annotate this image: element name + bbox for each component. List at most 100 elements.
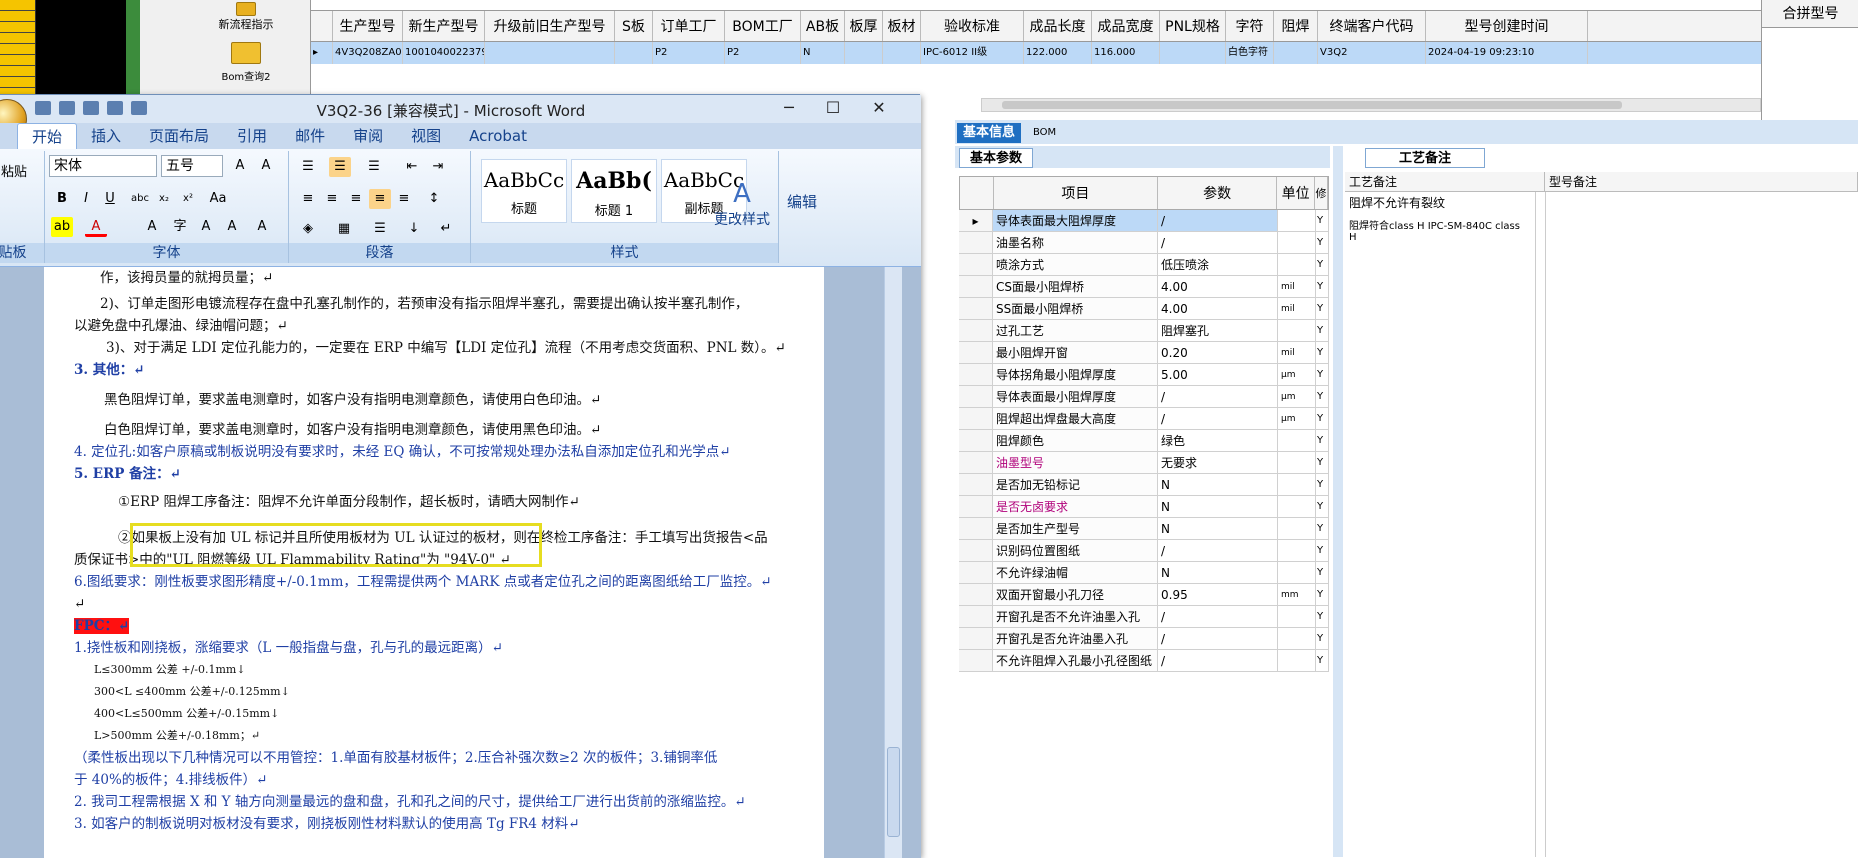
bullets-icon[interactable]: ☰ <box>297 157 319 177</box>
grid-col-ab-board[interactable]: AB板 <box>801 11 845 41</box>
grid-col-width[interactable]: 成品宽度 <box>1092 11 1160 41</box>
model-notes-area[interactable] <box>1545 192 1858 857</box>
scroll-thumb[interactable] <box>887 747 900 837</box>
close-button[interactable]: ✕ <box>861 97 897 119</box>
table-row[interactable]: 开窗孔是否不允许油墨入孔 / Y <box>959 606 1329 628</box>
panel-splitter[interactable] <box>1333 146 1343 857</box>
phonetic-guide-icon[interactable]: A <box>251 217 273 237</box>
table-row[interactable]: SS面最小阻焊桥 4.00 mil Y <box>959 298 1329 320</box>
scroll-thumb[interactable] <box>1002 101 1622 109</box>
grid-col-created-time[interactable]: 型号创建时间 <box>1426 11 1588 41</box>
sort-icon[interactable]: ↓ <box>403 219 425 239</box>
tab-mailings[interactable]: 邮件 <box>281 123 339 149</box>
tab-bom[interactable]: BOM <box>1027 123 1062 143</box>
italic-icon[interactable]: I <box>75 189 97 209</box>
table-row[interactable]: 识别码位置图纸 / Y <box>959 540 1329 562</box>
bold-icon[interactable]: B <box>51 189 73 209</box>
grid-col-pnl[interactable]: PNL规格 <box>1160 11 1226 41</box>
tab-review[interactable]: 审阅 <box>339 123 397 149</box>
grow-font-icon[interactable]: A <box>195 217 217 237</box>
tab-insert[interactable]: 插入 <box>77 123 135 149</box>
superscript-icon[interactable]: x² <box>177 189 199 209</box>
tab-basic-info[interactable]: 基本信息 <box>957 123 1022 143</box>
table-row[interactable]: 喷涂方式 低压喷涂 Y <box>959 254 1329 276</box>
line-spacing-icon[interactable]: ↕ <box>423 189 445 209</box>
align-center-icon[interactable]: ≡ <box>321 189 343 209</box>
shading-icon[interactable]: ◈ <box>297 219 319 239</box>
table-row[interactable]: 不允许绿油帽 N Y <box>959 562 1329 584</box>
grid-col-length[interactable]: 成品长度 <box>1024 11 1092 41</box>
basic-params-tab[interactable]: 基本参数 <box>959 148 1034 168</box>
grid-col-model[interactable]: 生产型号 <box>333 11 403 41</box>
maximize-button[interactable]: ☐ <box>815 97 851 119</box>
paste-button[interactable]: 粘贴 <box>1 161 27 180</box>
tab-home[interactable]: 开始 <box>17 123 78 149</box>
horizontal-scrollbar[interactable] <box>981 98 1761 112</box>
grid-col-character[interactable]: 字符 <box>1226 11 1274 41</box>
craft-scrollbar[interactable] <box>1535 192 1545 857</box>
grid-col-old-model[interactable]: 升级前旧生产型号 <box>485 11 615 41</box>
highlight-icon[interactable]: ab <box>51 217 73 237</box>
table-row[interactable]: 导体拐角最小阻焊厚度 5.00 μm Y <box>959 364 1329 386</box>
chinese-layout-icon[interactable]: ☰ <box>369 219 391 239</box>
decrease-indent-icon[interactable]: ⇤ <box>401 157 423 177</box>
strikethrough-icon[interactable]: abc <box>129 189 151 209</box>
table-row[interactable]: 开窗孔是否允许油墨入孔 / Y <box>959 628 1329 650</box>
multilevel-list-icon[interactable]: ☰ <box>363 157 385 177</box>
tab-view[interactable]: 视图 <box>397 123 455 149</box>
distribute-icon[interactable]: ≡ <box>393 189 415 209</box>
clear-format-icon[interactable]: A <box>255 156 277 176</box>
table-row[interactable]: 是否无卤要求 N Y <box>959 496 1329 518</box>
change-styles-button[interactable]: A 更改样式 <box>707 179 777 229</box>
tab-references[interactable]: 引用 <box>223 123 281 149</box>
table-row[interactable]: 不允许阻焊入孔最小孔径图纸 / Y <box>959 650 1329 672</box>
tab-page-layout[interactable]: 页面布局 <box>135 123 223 149</box>
table-row[interactable]: 是否加生产型号 N Y <box>959 518 1329 540</box>
grid-col-new-model[interactable]: 新生产型号 <box>403 11 485 41</box>
change-case-icon[interactable]: A <box>229 156 251 176</box>
minimize-button[interactable]: ─ <box>771 97 807 119</box>
craft-notes-tab[interactable]: 工艺备注 <box>1365 148 1485 168</box>
col-unit[interactable]: 单位 <box>1277 177 1316 209</box>
grid-col-customer-code[interactable]: 终端客户代码 <box>1318 11 1426 41</box>
tab-acrobat[interactable]: Acrobat <box>455 123 541 149</box>
char-shading-icon[interactable]: A <box>141 217 163 237</box>
show-marks-icon[interactable]: ↵ <box>435 219 457 239</box>
justify-icon[interactable]: ≡ <box>369 189 391 209</box>
document-page[interactable]: 作，该拇员量的就拇员量；↵ 2)、订单走图形电镀流程存在盘中孔塞孔制作的，若预审… <box>44 267 824 858</box>
table-row[interactable]: ▸ 4V3Q208ZA0 10010400223795 P2 P2 N IPC-… <box>311 42 1761 64</box>
table-row[interactable]: 是否加无铅标记 N Y <box>959 474 1329 496</box>
table-row[interactable]: 导体表面最小阻焊厚度 / μm Y <box>959 386 1329 408</box>
shrink-font-icon[interactable]: A <box>221 217 243 237</box>
enclose-char-icon[interactable]: 字 <box>169 217 191 237</box>
table-row[interactable]: 过孔工艺 阻焊塞孔 Y <box>959 320 1329 342</box>
table-row[interactable]: 阻焊颜色 绿色 Y <box>959 430 1329 452</box>
grid-col-acceptance[interactable]: 验收标准 <box>921 11 1024 41</box>
bom-query-tool[interactable]: Bom查询2 <box>186 42 306 83</box>
increase-indent-icon[interactable]: ⇥ <box>427 157 449 177</box>
font-size-select[interactable]: 五号 <box>161 155 223 177</box>
col-param[interactable]: 参数 <box>1158 177 1278 209</box>
grid-col-bom-factory[interactable]: BOM工厂 <box>725 11 801 41</box>
subscript-icon[interactable]: x₂ <box>153 189 175 209</box>
new-process-tool[interactable]: 新流程指示 <box>186 2 306 32</box>
craft-notes-text[interactable]: 阻焊不允许有裂纹 阻焊符合class H IPC-SM-840C class H <box>1345 192 1545 245</box>
grid-col-s-board[interactable]: S板 <box>615 11 653 41</box>
borders-icon[interactable]: ▦ <box>333 219 355 239</box>
underline-icon[interactable]: U <box>99 189 121 209</box>
table-row[interactable]: CS面最小阻焊桥 4.00 mil Y <box>959 276 1329 298</box>
table-row[interactable]: 双面开窗最小孔刀径 0.95 mm Y <box>959 584 1329 606</box>
align-right-icon[interactable]: ≡ <box>345 189 367 209</box>
text-effect-icon[interactable]: Aa <box>207 189 229 209</box>
style-title[interactable]: AaBbCc 标题 <box>481 159 567 223</box>
font-color-icon[interactable]: A <box>85 217 107 237</box>
grid-col-solder-mask[interactable]: 阻焊 <box>1274 11 1318 41</box>
table-row[interactable]: 油墨型号 无要求 Y <box>959 452 1329 474</box>
grid-col-order-factory[interactable]: 订单工厂 <box>653 11 725 41</box>
numbering-icon[interactable]: ☰ <box>329 157 351 177</box>
col-modify[interactable]: 修 <box>1315 177 1328 209</box>
style-heading1[interactable]: AaBb( 标题 1 <box>571 159 657 223</box>
table-row[interactable]: 阻焊超出焊盘最大高度 / μm Y <box>959 408 1329 430</box>
align-left-icon[interactable]: ≡ <box>297 189 319 209</box>
grid-col-material[interactable]: 板材 <box>883 11 921 41</box>
